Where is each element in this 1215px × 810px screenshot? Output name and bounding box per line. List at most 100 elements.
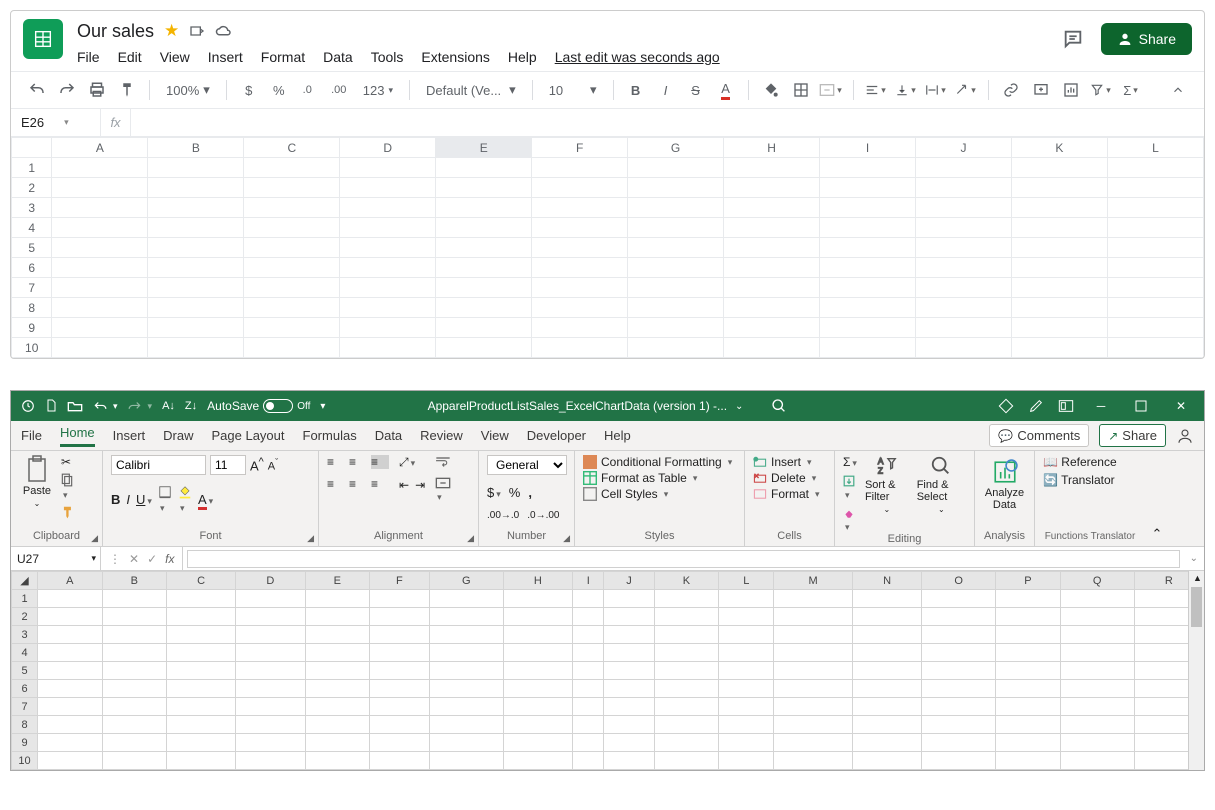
font-select[interactable]: Default (Ve...▾ xyxy=(420,82,522,98)
italic-icon[interactable]: I xyxy=(126,492,130,507)
percent-icon[interactable]: % xyxy=(267,78,291,102)
new-icon[interactable] xyxy=(45,399,57,413)
decrease-decimal-icon[interactable]: .0→.00 xyxy=(527,510,559,521)
currency-icon[interactable]: $ xyxy=(237,78,261,102)
copy-icon[interactable] xyxy=(61,473,75,501)
close-icon[interactable]: ✕ xyxy=(1168,393,1194,419)
col-header[interactable]: F xyxy=(532,138,628,158)
row-header[interactable]: 3 xyxy=(12,626,38,644)
format-painter-icon[interactable] xyxy=(61,505,75,519)
fx-icon[interactable]: fx xyxy=(165,552,174,566)
paste-button[interactable]: Paste⌄ xyxy=(19,455,55,508)
number-format-select[interactable]: 123▾ xyxy=(357,83,399,98)
wrap-icon[interactable] xyxy=(924,78,948,102)
tab-draw[interactable]: Draw xyxy=(163,428,193,443)
enter-icon[interactable]: ✓ xyxy=(147,552,157,566)
row-header[interactable]: 5 xyxy=(12,238,52,258)
filter-icon[interactable] xyxy=(1089,78,1113,102)
col-header[interactable]: L xyxy=(719,572,774,590)
row-header[interactable]: 10 xyxy=(12,338,52,358)
app-icon[interactable] xyxy=(1058,399,1074,413)
move-icon[interactable] xyxy=(189,23,205,39)
halign-icon[interactable] xyxy=(864,78,888,102)
clear-icon[interactable] xyxy=(843,507,857,533)
insert-cells-button[interactable]: Insert xyxy=(753,455,826,469)
row-header[interactable]: 8 xyxy=(12,298,52,318)
autosave-toggle[interactable]: AutoSave Off xyxy=(207,399,310,413)
border-icon[interactable] xyxy=(158,485,172,514)
star-icon[interactable]: ★ xyxy=(164,21,179,41)
row-header[interactable]: 10 xyxy=(12,752,38,770)
row-header[interactable]: 1 xyxy=(12,590,38,608)
fill-color-icon[interactable] xyxy=(178,485,192,514)
functions-icon[interactable]: Σ xyxy=(1119,78,1143,102)
comments-icon[interactable] xyxy=(1059,25,1087,53)
decrease-font-icon[interactable]: Aˇ xyxy=(268,457,278,473)
col-header[interactable]: H xyxy=(503,572,572,590)
sort-desc-icon[interactable]: Z↓ xyxy=(185,400,197,412)
align-launcher-icon[interactable]: ◢ xyxy=(467,533,474,544)
align-center-icon[interactable]: ≡ xyxy=(349,477,367,491)
clipboard-launcher-icon[interactable]: ◢ xyxy=(91,533,98,544)
delete-cells-button[interactable]: Delete xyxy=(753,471,826,485)
valign-icon[interactable] xyxy=(894,78,918,102)
redo-icon[interactable] xyxy=(128,400,153,412)
col-header[interactable]: Q xyxy=(1060,572,1134,590)
link-icon[interactable] xyxy=(999,78,1023,102)
fontsize-select[interactable]: 10 ▾ xyxy=(543,82,603,98)
col-header[interactable]: A xyxy=(52,138,148,158)
comments-button[interactable]: 💬 Comments xyxy=(989,424,1089,447)
col-header[interactable]: C xyxy=(167,572,236,590)
row-header[interactable]: 8 xyxy=(12,716,38,734)
doc-title[interactable]: Our sales xyxy=(77,21,154,42)
row-header[interactable]: 4 xyxy=(12,218,52,238)
row-header[interactable]: 7 xyxy=(12,698,38,716)
pen-icon[interactable] xyxy=(1028,398,1044,414)
col-header-selected[interactable]: E xyxy=(436,138,532,158)
align-middle-icon[interactable]: ≡ xyxy=(349,455,367,469)
tab-formulas[interactable]: Formulas xyxy=(303,428,357,443)
search-icon[interactable] xyxy=(771,398,787,414)
col-header[interactable]: D xyxy=(236,572,305,590)
tab-home[interactable]: Home xyxy=(60,425,95,447)
align-left-icon[interactable]: ≡ xyxy=(327,477,345,491)
col-header[interactable]: F xyxy=(370,572,430,590)
col-header[interactable]: G xyxy=(628,138,724,158)
diamond-icon[interactable] xyxy=(998,398,1014,414)
percent-icon[interactable]: % xyxy=(509,485,521,500)
merge-icon[interactable] xyxy=(819,78,843,102)
borders-icon[interactable] xyxy=(789,78,813,102)
italic-icon[interactable]: I xyxy=(654,78,678,102)
tab-help[interactable]: Help xyxy=(604,428,631,443)
col-header[interactable]: J xyxy=(604,572,654,590)
last-edit-link[interactable]: Last edit was seconds ago xyxy=(555,49,720,65)
menu-extensions[interactable]: Extensions xyxy=(421,49,489,65)
wrap-text-icon[interactable] xyxy=(435,455,451,469)
col-header[interactable]: P xyxy=(996,572,1061,590)
row-header[interactable]: 5 xyxy=(12,662,38,680)
cancel-icon[interactable]: ✕ xyxy=(129,552,139,566)
col-header[interactable]: C xyxy=(244,138,340,158)
options-icon[interactable]: ⋮ xyxy=(109,552,121,566)
number-launcher-icon[interactable]: ◢ xyxy=(563,533,570,544)
comma-icon[interactable]: , xyxy=(528,485,532,500)
qat-customize-icon[interactable]: ▾ xyxy=(320,401,325,412)
excel-grid[interactable]: ◢ A B C D E F G H I J K L M N O P Q R 1 … xyxy=(11,571,1204,770)
sort-asc-icon[interactable]: A↓ xyxy=(162,400,175,412)
bold-icon[interactable]: B xyxy=(624,78,648,102)
open-icon[interactable] xyxy=(67,400,83,412)
strike-icon[interactable]: S xyxy=(684,78,708,102)
cloud-icon[interactable] xyxy=(215,24,233,38)
row-header[interactable]: 6 xyxy=(12,258,52,278)
menu-help[interactable]: Help xyxy=(508,49,537,65)
col-header[interactable]: M xyxy=(774,572,853,590)
align-top-icon[interactable]: ≡ xyxy=(327,455,345,469)
menu-insert[interactable]: Insert xyxy=(208,49,243,65)
chart-icon[interactable] xyxy=(1059,78,1083,102)
col-header[interactable]: A xyxy=(38,572,103,590)
analyze-data-button[interactable]: Analyze Data xyxy=(983,455,1026,511)
menu-data[interactable]: Data xyxy=(323,49,353,65)
row-header[interactable]: 6 xyxy=(12,680,38,698)
file-title[interactable]: ApparelProductListSales_ExcelChartData (… xyxy=(428,399,727,413)
collapse-icon[interactable] xyxy=(1166,78,1190,102)
